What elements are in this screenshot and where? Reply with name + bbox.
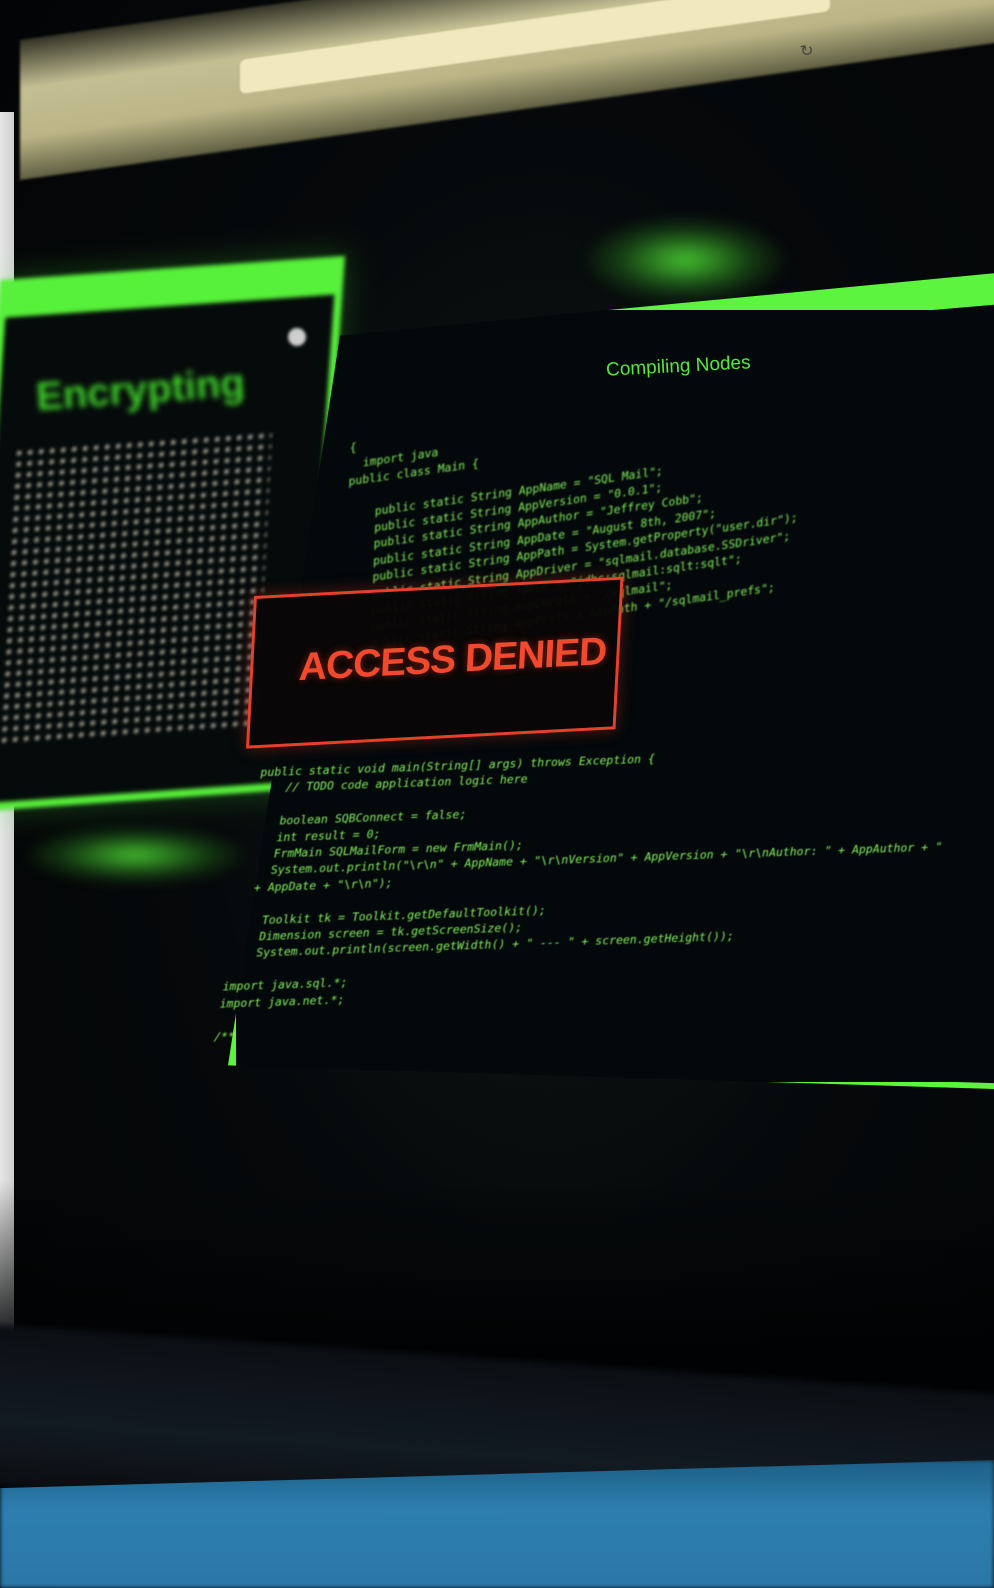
encryption-dot-grid bbox=[0, 429, 272, 750]
background-green-glow bbox=[580, 215, 790, 305]
code-block-bottom: public static void main(String[] args) t… bbox=[212, 740, 960, 1045]
panel-close-dot-icon bbox=[288, 328, 306, 346]
reload-icon: ↻ bbox=[798, 40, 815, 61]
photo-scene: ↻ Encrypting Compiling Nodes { import ja… bbox=[0, 0, 994, 1588]
left-green-glow bbox=[20, 825, 250, 885]
